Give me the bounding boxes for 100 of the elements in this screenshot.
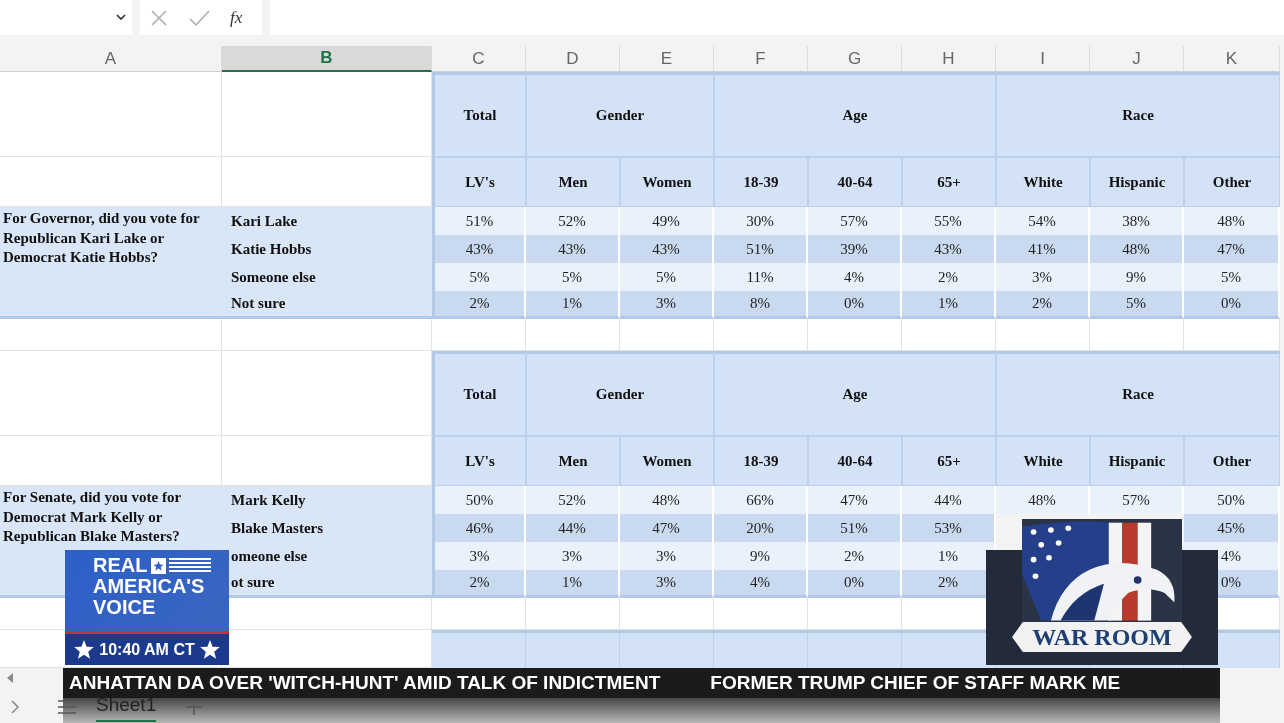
percent-cell: 1%	[526, 570, 620, 598]
percent-cell: 5%	[1090, 291, 1184, 319]
percent-cell: 5%	[432, 263, 526, 291]
column-label: LV's	[432, 157, 526, 207]
percent-cell: 4%	[808, 263, 902, 291]
percent-cell: 3%	[996, 263, 1090, 291]
percent-cell: 51%	[808, 514, 902, 542]
group-header: Gender	[526, 351, 714, 436]
percent-cell: 51%	[432, 207, 526, 235]
chevron-right-icon[interactable]	[10, 698, 20, 715]
percent-cell: 11%	[714, 263, 808, 291]
percent-cell: 43%	[526, 235, 620, 263]
percent-cell: 47%	[1184, 235, 1280, 263]
group-header: Total	[432, 351, 526, 436]
percent-cell: 49%	[620, 207, 714, 235]
percent-cell: 38%	[1090, 207, 1184, 235]
group-header: Race	[996, 351, 1280, 436]
percent-cell: 3%	[526, 542, 620, 570]
percent-cell: 46%	[432, 514, 526, 542]
star-icon	[73, 638, 96, 661]
percent-cell: 50%	[1184, 486, 1280, 514]
menu-icon[interactable]	[58, 699, 76, 714]
function-button[interactable]: fx	[230, 4, 243, 31]
group-header: Total	[432, 72, 526, 157]
percent-cell: 66%	[714, 486, 808, 514]
percent-cell: 3%	[620, 291, 714, 319]
ticker-text: FORMER TRUMP CHIEF OF STAFF MARK ME	[710, 670, 1121, 695]
column-header[interactable]: K	[1184, 46, 1280, 72]
column-label: 18-39	[714, 436, 808, 486]
answer-label: Blake Masters	[222, 514, 432, 542]
percent-cell: 2%	[808, 542, 902, 570]
group-header: Race	[996, 72, 1280, 157]
percent-cell: 2%	[996, 291, 1090, 319]
percent-cell: 5%	[526, 263, 620, 291]
percent-cell: 3%	[620, 570, 714, 598]
percent-cell: 53%	[902, 514, 996, 542]
column-label: Hispanic	[1090, 436, 1184, 486]
answer-label: Someone else	[222, 263, 432, 291]
percent-cell: 43%	[902, 235, 996, 263]
percent-cell: 9%	[714, 542, 808, 570]
percent-cell: 1%	[902, 542, 996, 570]
column-header[interactable]: D	[526, 46, 620, 72]
column-label: Other	[1184, 436, 1280, 486]
percent-cell: 57%	[1090, 486, 1184, 514]
column-header[interactable]: A	[0, 46, 222, 72]
scroll-left-icon[interactable]	[6, 672, 14, 684]
percent-cell: 5%	[620, 263, 714, 291]
logo-title: WAR ROOM	[1012, 622, 1192, 652]
percent-cell: 54%	[996, 207, 1090, 235]
percent-cell: 52%	[526, 207, 620, 235]
column-header[interactable]: I	[996, 46, 1090, 72]
percent-cell: 5%	[1184, 263, 1280, 291]
percent-cell: 48%	[1090, 235, 1184, 263]
percent-cell: 55%	[902, 207, 996, 235]
percent-cell: 57%	[808, 207, 902, 235]
column-header[interactable]: F	[714, 46, 808, 72]
percent-cell: 45%	[1184, 514, 1280, 542]
column-label: 65+	[902, 157, 996, 207]
column-header[interactable]: J	[1090, 46, 1184, 72]
logo-text: REAL	[93, 555, 148, 576]
percent-cell: 48%	[620, 486, 714, 514]
answer-label: Mark Kelly	[222, 486, 432, 514]
column-label: Other	[1184, 157, 1280, 207]
close-icon[interactable]	[150, 8, 168, 27]
column-header[interactable]: H	[902, 46, 996, 72]
percent-cell: 41%	[996, 235, 1090, 263]
percent-cell: 3%	[620, 542, 714, 570]
column-header[interactable]: C	[432, 46, 526, 72]
column-label: 18-39	[714, 157, 808, 207]
percent-cell: 0%	[808, 291, 902, 319]
percent-cell: 3%	[432, 542, 526, 570]
percent-cell: 43%	[432, 235, 526, 263]
column-label: Men	[526, 436, 620, 486]
column-label: Men	[526, 157, 620, 207]
percent-cell: 48%	[1184, 207, 1280, 235]
dropdown-icon[interactable]	[116, 14, 126, 21]
column-label: Hispanic	[1090, 157, 1184, 207]
group-header: Age	[714, 351, 996, 436]
column-label: 40-64	[808, 436, 902, 486]
percent-cell: 48%	[996, 486, 1090, 514]
percent-cell: 52%	[526, 486, 620, 514]
answer-label: Katie Hobbs	[222, 235, 432, 263]
column-label: LV's	[432, 436, 526, 486]
percent-cell: 50%	[432, 486, 526, 514]
column-label: Women	[620, 436, 714, 486]
column-header[interactable]: B	[222, 46, 432, 72]
percent-cell: 1%	[526, 291, 620, 319]
check-icon[interactable]	[188, 8, 210, 27]
percent-cell: 47%	[808, 486, 902, 514]
logo-text: VOICE	[93, 597, 156, 618]
percent-cell: 1%	[902, 291, 996, 319]
column-label: 65+	[902, 436, 996, 486]
column-header[interactable]: G	[808, 46, 902, 72]
percent-cell: 39%	[808, 235, 902, 263]
question-text: For Governor, did you vote for Republican Kari Lake or Democrat Katie Hobbs?	[0, 207, 222, 319]
percent-cell: 44%	[526, 514, 620, 542]
add-sheet-icon[interactable]	[186, 698, 203, 715]
flag-icon	[151, 557, 212, 574]
answer-label: omeone else	[222, 542, 432, 570]
column-header[interactable]: E	[620, 46, 714, 72]
